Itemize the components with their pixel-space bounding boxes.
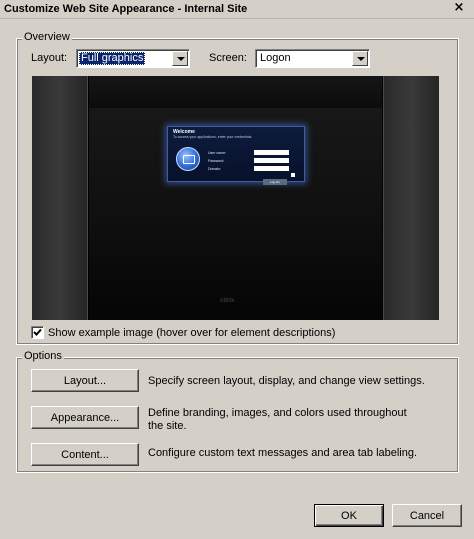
screen-dropdown-value: Logon [260,52,291,64]
preview-domain-label: Domain: [208,167,222,171]
preview-password-label: Password: [208,159,225,163]
layout-dropdown-value: Full graphics [79,52,146,65]
preview-background [89,76,382,320]
preview-user-name-label: User name: [208,151,227,155]
checkmark-icon [33,328,42,336]
preview-side-panel-left [32,76,88,320]
options-legend: Options [22,350,64,362]
applications-icon [176,147,200,171]
layout-button[interactable]: Layout... [31,369,139,392]
cancel-button[interactable]: Cancel [392,504,462,527]
preview-logon-box: Welcome To access your applications, ent… [167,126,305,185]
layout-dropdown[interactable]: Full graphics [76,49,190,68]
layout-label: Layout: [31,52,68,64]
content-description: Configure custom text messages and area … [148,447,418,459]
chevron-down-icon[interactable] [172,51,188,66]
layout-description: Specify screen layout, display, and chan… [148,375,425,387]
preview-user-name-field [254,150,289,155]
ok-button[interactable]: OK [314,504,384,527]
preview-brand-logo: citrix [220,298,235,304]
title-bar: Customize Web Site Appearance - Internal… [0,0,474,19]
overview-legend: Overview [22,31,72,43]
preview-password-field [254,158,289,163]
show-example-checkbox[interactable] [31,326,44,339]
appearance-button[interactable]: Appearance... [31,406,139,429]
close-icon[interactable]: × [452,1,466,15]
preview-logon-button: Log On [263,179,287,185]
screen-label: Screen: [209,52,247,64]
preview-side-panel-right [383,76,439,320]
preview-domain-field [254,166,289,171]
chevron-down-icon[interactable] [352,51,368,66]
example-preview-image[interactable]: Welcome To access your applications, ent… [32,76,439,320]
show-example-label[interactable]: Show example image (hover over for eleme… [48,327,335,339]
preview-header-strip [89,76,382,108]
content-button[interactable]: Content... [31,443,139,466]
preview-checkbox [291,173,295,177]
screen-dropdown[interactable]: Logon [255,49,370,68]
window-title: Customize Web Site Appearance - Internal… [4,3,248,15]
appearance-description: Define branding, images, and colors used… [148,407,407,432]
preview-subtitle: To access your applications, enter your … [173,135,253,139]
